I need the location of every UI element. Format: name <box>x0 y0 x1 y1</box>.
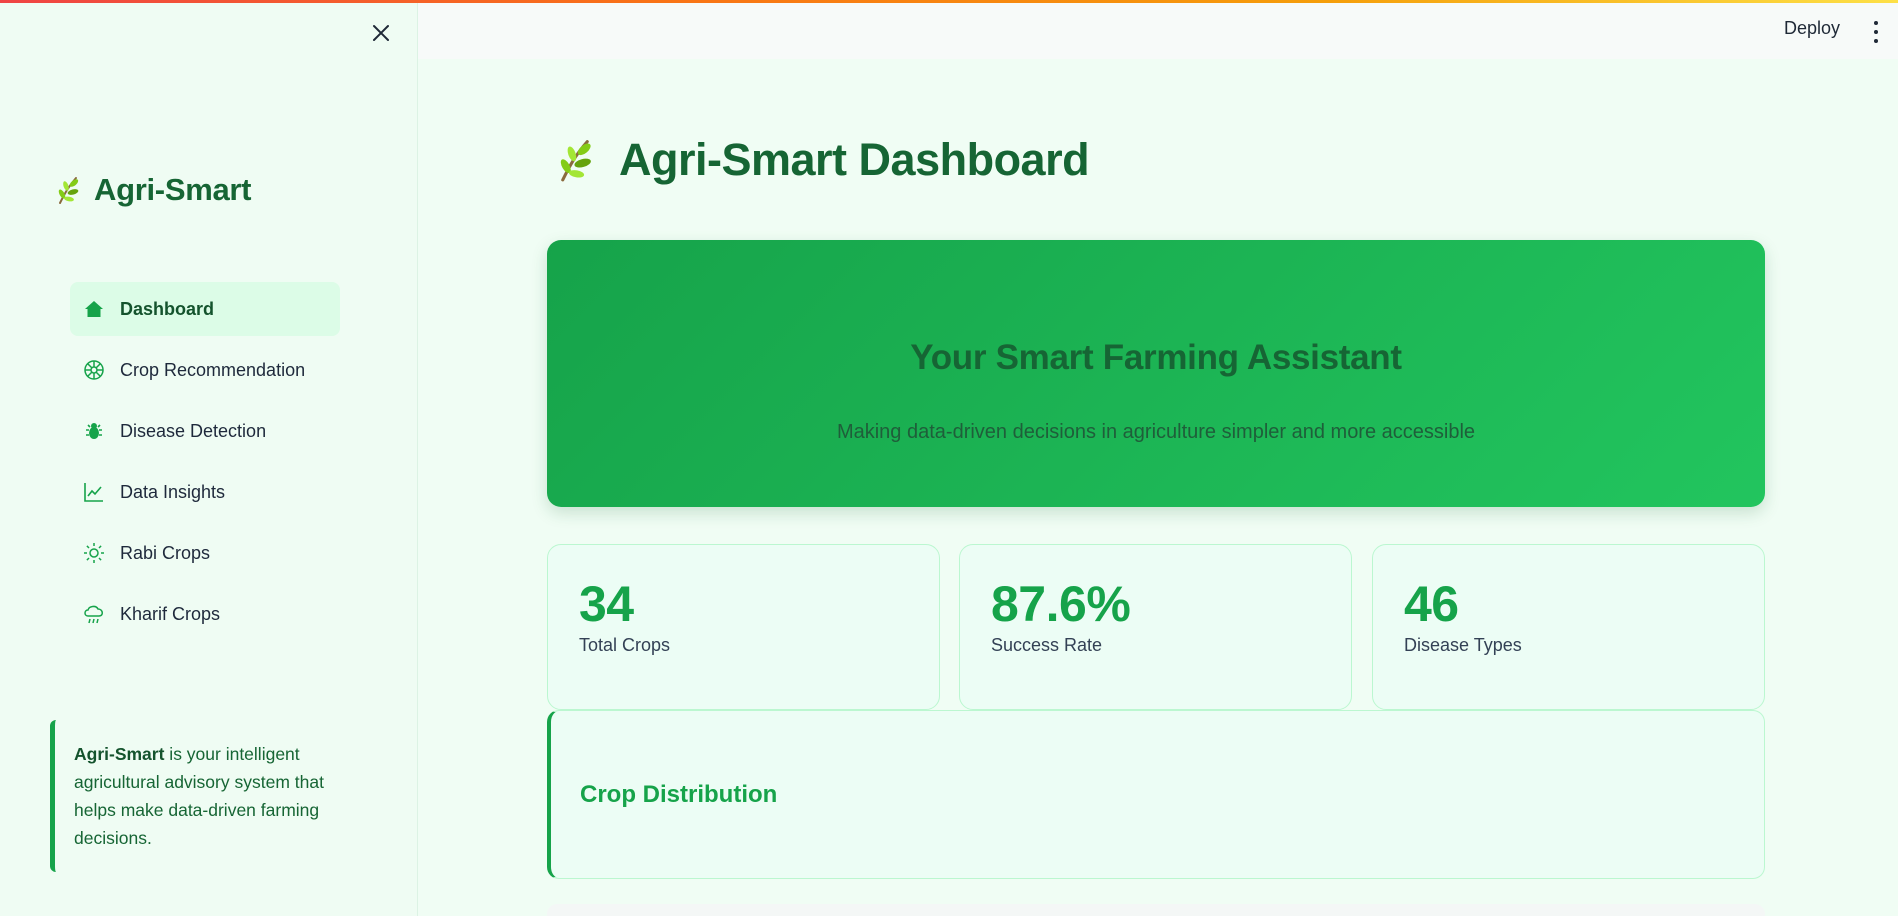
page-title: Agri-Smart Dashboard <box>619 134 1090 185</box>
crop-distribution-title: Crop Distribution <box>580 781 778 808</box>
hero-banner: Your Smart Farming Assistant Making data… <box>547 240 1765 507</box>
flower-icon <box>82 358 106 382</box>
sidebar-nav: Dashboard Crop Recommendation Disease De… <box>70 282 340 648</box>
stat-card-success-rate: 87.6% Success Rate <box>959 544 1352 710</box>
page-title-row: Agri-Smart Dashboard <box>553 134 1090 186</box>
close-sidebar-button[interactable] <box>366 18 396 48</box>
sidebar-item-dashboard[interactable]: Dashboard <box>70 282 340 336</box>
dot <box>1874 39 1878 43</box>
cloud-rain-icon <box>82 602 106 626</box>
stat-value: 34 <box>579 576 634 632</box>
sidebar-brand: Agri-Smart <box>54 172 252 208</box>
more-menu-button[interactable] <box>1870 21 1882 43</box>
about-brand: Agri-Smart <box>74 744 165 764</box>
deploy-button[interactable]: Deploy <box>1784 18 1840 39</box>
sidebar-item-data-insights[interactable]: Data Insights <box>70 465 340 519</box>
sidebar-brand-title: Agri-Smart <box>94 172 252 207</box>
hero-title: Your Smart Farming Assistant <box>910 338 1402 377</box>
stat-label: Success Rate <box>991 635 1103 655</box>
sidebar-item-crop-recommendation[interactable]: Crop Recommendation <box>70 343 340 397</box>
stat-value: 87.6% <box>991 576 1131 632</box>
sidebar: Agri-Smart Dashboard Crop Recommendation <box>0 0 418 916</box>
home-icon <box>82 297 106 321</box>
herb-icon <box>560 140 591 182</box>
stat-card-total-crops: 34 Total Crops <box>547 544 940 710</box>
sidebar-item-label: Dashboard <box>120 298 215 319</box>
sidebar-item-label: Crop Recommendation <box>120 359 306 380</box>
crop-distribution-card: Crop Distribution <box>547 710 1765 879</box>
sun-icon <box>82 541 106 565</box>
line-chart-icon <box>82 480 106 504</box>
sidebar-item-label: Data Insights <box>120 481 226 502</box>
herb-icon <box>58 177 79 204</box>
next-card-edge <box>547 904 1765 916</box>
bug-icon <box>82 419 106 443</box>
sidebar-item-kharif-crops[interactable]: Kharif Crops <box>70 587 340 641</box>
top-decoration-bar <box>0 0 1898 3</box>
dot <box>1874 21 1878 25</box>
sidebar-item-label: Disease Detection <box>120 420 267 441</box>
sidebar-item-label: Rabi Crops <box>120 542 211 563</box>
stat-card-disease-types: 46 Disease Types <box>1372 544 1765 710</box>
sidebar-item-disease-detection[interactable]: Disease Detection <box>70 404 340 458</box>
sidebar-item-rabi-crops[interactable]: Rabi Crops <box>70 526 340 580</box>
top-header: Deploy <box>418 3 1898 59</box>
hero-subtitle: Making data-driven decisions in agricult… <box>836 421 1476 443</box>
stat-label: Disease Types <box>1404 635 1522 655</box>
stat-label: Total Crops <box>579 635 671 655</box>
stat-value: 46 <box>1404 576 1459 632</box>
close-icon <box>373 25 389 41</box>
sidebar-item-label: Kharif Crops <box>120 603 221 624</box>
dot <box>1874 30 1878 34</box>
about-box: Agri-Smart is your intelligent agricultu… <box>50 720 340 872</box>
